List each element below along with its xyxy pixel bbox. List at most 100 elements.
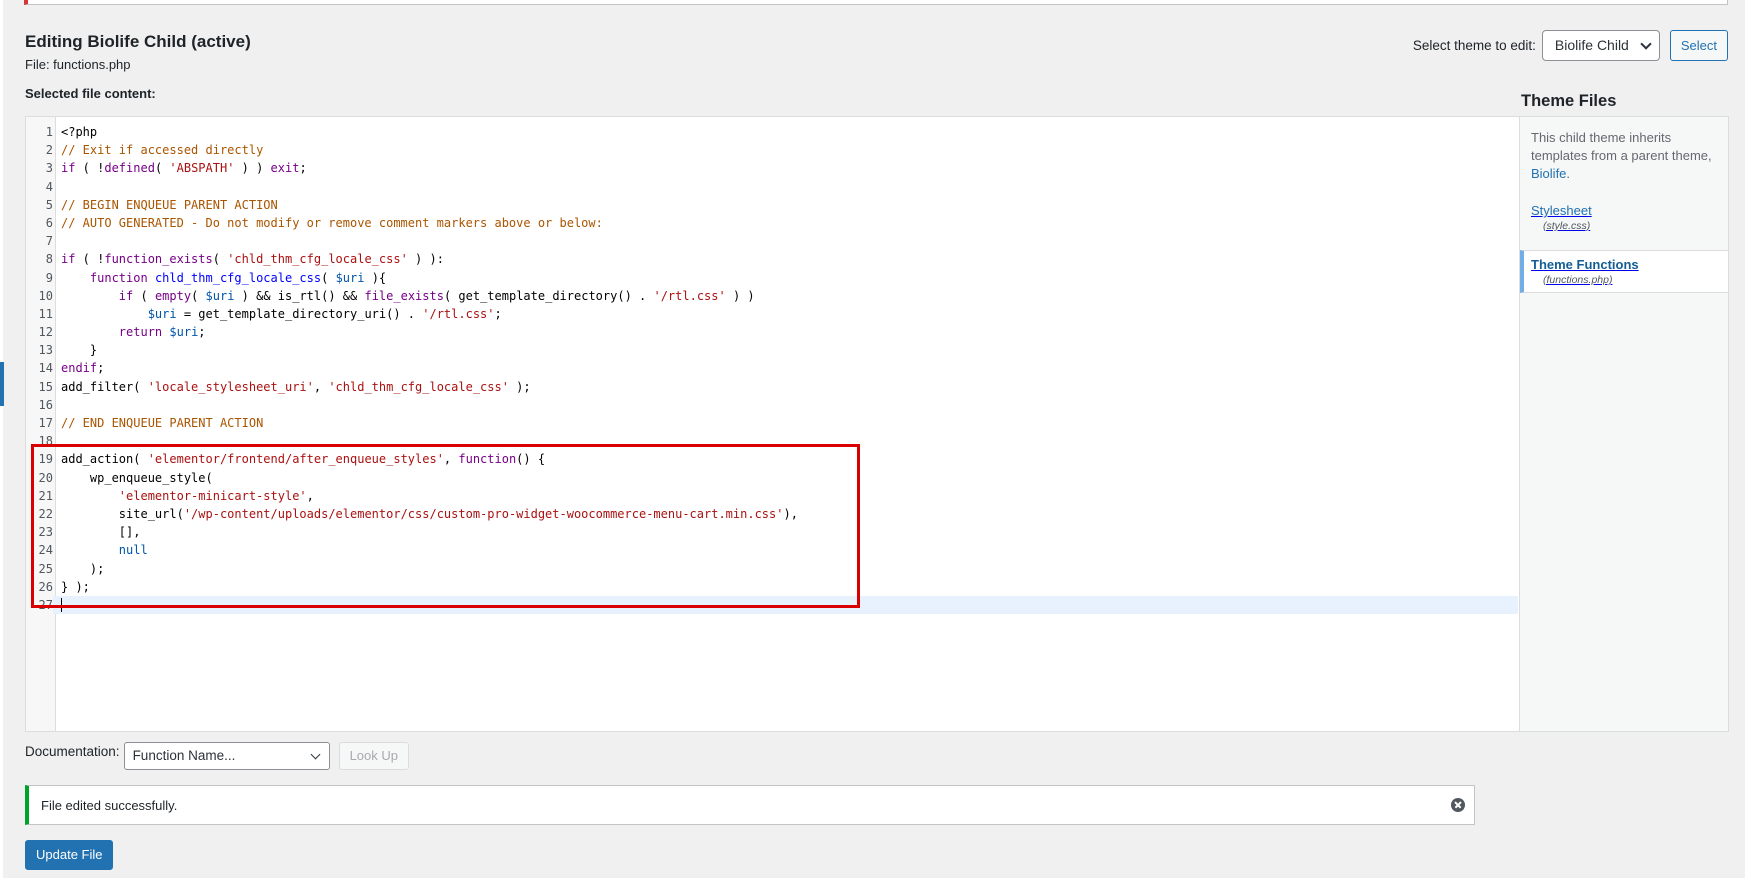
file-prefix: File: [25, 57, 54, 72]
line-number: 24 [38, 543, 53, 558]
line-number: 27 [26, 595, 53, 615]
line-number: 9 [45, 270, 53, 285]
code-text: <?php [61, 125, 98, 139]
code-line[interactable]: 24 null [26, 541, 1519, 559]
code-line[interactable]: 23 [], [26, 523, 1519, 541]
success-notice: File edited successfully. [25, 785, 1475, 825]
code-lines[interactable]: 1 <?php 2 // Exit if accessed directly 3 if (… [26, 123, 1519, 615]
file-item-path: (style.css) [1543, 220, 1591, 232]
code-text: // END ENQUEUE PARENT ACTION [61, 416, 264, 430]
notice-message: File edited successfully. [41, 797, 178, 813]
code-line[interactable]: 25 ); [26, 560, 1519, 578]
line-number: 5 [45, 197, 53, 212]
chevron-down-icon [310, 749, 321, 760]
code-line[interactable]: 3 if ( !defined( 'ABSPATH' ) ) exit; [26, 159, 1519, 177]
note-text: This child theme inherits templates from… [1531, 130, 1712, 163]
code-text: if ( !function_exists( 'chld_thm_cfg_loc… [61, 252, 444, 267]
code-line[interactable]: 13 } [26, 341, 1519, 359]
line-number: 7 [45, 234, 53, 249]
code-line[interactable]: 18 [26, 432, 1519, 450]
code-text: function chld_thm_cfg_locale_css( $uri )… [89, 270, 387, 285]
code-text: return $uri; [118, 325, 206, 340]
file-item-path: (functions.php) [1543, 274, 1613, 286]
line-number: 15 [38, 379, 53, 394]
line-number: 25 [38, 561, 53, 576]
theme-files-heading: Theme Files [1521, 92, 1617, 110]
select-theme-button[interactable]: Select [1669, 30, 1728, 61]
code-line[interactable]: 6 // AUTO GENERATED - Do not modify or re… [26, 214, 1519, 232]
selected-content-label: Selected file content: [25, 86, 156, 101]
admin-menu-edge [0, 0, 3, 878]
code-line[interactable]: 20 wp_enqueue_style( [26, 469, 1519, 487]
code-text: // Exit if accessed directly [61, 143, 264, 158]
code-line[interactable]: 2 // Exit if accessed directly [26, 141, 1519, 159]
line-number: 1 [45, 125, 53, 139]
code-text: [], [61, 525, 141, 540]
file-item-theme-functions[interactable]: Theme Functions (functions.php) [1520, 250, 1728, 293]
child-theme-note: This child theme inherits templates from… [1531, 129, 1717, 183]
code-line[interactable]: 17 // END ENQUEUE PARENT ACTION [26, 414, 1519, 432]
code-line[interactable]: 16 [26, 396, 1519, 414]
parent-theme-link[interactable]: Biolife [1531, 166, 1566, 181]
admin-menu-marker [0, 362, 4, 406]
code-line[interactable]: 11 $uri = get_template_directory_uri() .… [26, 305, 1519, 323]
note-end: . [1566, 166, 1571, 181]
line-number: 12 [38, 325, 53, 340]
code-text: null [118, 543, 148, 558]
line-number: 6 [45, 215, 53, 230]
code-line[interactable]: 15 add_filter( 'locale_stylesheet_uri', '… [26, 378, 1519, 396]
code-line[interactable]: 8 if ( !function_exists( 'chld_thm_cfg_lo… [26, 250, 1519, 268]
code-text: add_action( 'elementor/frontend/after_en… [61, 452, 546, 467]
file-label: File: functions.php [25, 57, 131, 72]
code-line[interactable]: 1 <?php [26, 123, 1519, 141]
lookup-button[interactable]: Look Up [338, 742, 409, 770]
code-line[interactable]: 12 return $uri; [26, 323, 1519, 341]
line-number: 26 [38, 579, 53, 594]
theme-select[interactable]: Biolife Child [1541, 30, 1660, 61]
update-file-button[interactable]: Update File [25, 840, 114, 870]
code-text: if ( !defined( 'ABSPATH' ) ) exit; [61, 161, 307, 176]
code-line[interactable]: 22 site_url('/wp-content/uploads/element… [26, 505, 1519, 523]
code-text: // BEGIN ENQUEUE PARENT ACTION [61, 197, 278, 212]
line-number: 16 [38, 397, 53, 412]
line-number: 18 [38, 434, 53, 449]
file-item-stylesheet[interactable]: Stylesheet (style.css) [1520, 197, 1728, 238]
code-line[interactable]: 4 [26, 178, 1519, 196]
code-line[interactable]: 10 if ( empty( $uri ) && is_rtl() && fil… [26, 287, 1519, 305]
code-line[interactable]: 21 'elementor-minicart-style', [26, 487, 1519, 505]
line-number: 2 [45, 143, 53, 158]
code-line[interactable]: 9 function chld_thm_cfg_locale_css( $uri… [26, 269, 1519, 287]
code-editor[interactable]: 1 <?php 2 // Exit if accessed directly 3 if (… [25, 116, 1520, 732]
line-number: 13 [38, 343, 53, 358]
code-text: site_url('/wp-content/uploads/elementor/… [61, 506, 798, 521]
code-text: } ); [61, 579, 90, 594]
code-text: add_filter( 'locale_stylesheet_uri', 'ch… [61, 379, 531, 394]
line-number: 23 [38, 525, 53, 540]
file-item-name: Theme Functions [1531, 257, 1639, 272]
line-number: 4 [45, 179, 53, 194]
line-number: 11 [38, 306, 53, 321]
theme-select-label: Select theme to edit: [1412, 38, 1536, 53]
code-line[interactable]: 27 [26, 595, 1518, 615]
code-line[interactable]: 26 } ); [26, 578, 1519, 596]
code-line[interactable]: 14 endif; [26, 359, 1519, 377]
dismiss-icon[interactable] [1451, 798, 1465, 812]
chevron-down-icon [1640, 38, 1652, 50]
code-text: endif; [61, 361, 105, 376]
line-number: 21 [38, 488, 53, 503]
line-number: 8 [45, 252, 53, 267]
function-name-select[interactable]: Function Name... [123, 742, 330, 770]
code-line[interactable]: 7 [26, 232, 1519, 250]
code-line[interactable]: 19 add_action( 'elementor/frontend/after_… [26, 450, 1519, 468]
page-title: Editing Biolife Child (active) [25, 32, 251, 51]
documentation-label: Documentation: [25, 743, 120, 759]
function-name-value: Function Name... [132, 748, 236, 763]
text-caret [61, 597, 62, 612]
theme-picker: Select theme to edit: Biolife Child Sele… [1413, 30, 1728, 61]
line-number: 22 [38, 506, 53, 521]
top-notice-edge [24, 0, 1728, 5]
file-item-name: Stylesheet [1531, 203, 1592, 218]
code-line[interactable]: 5 // BEGIN ENQUEUE PARENT ACTION [26, 196, 1519, 214]
code-text: 'elementor-minicart-style', [118, 488, 314, 503]
code-text: } [61, 343, 98, 358]
